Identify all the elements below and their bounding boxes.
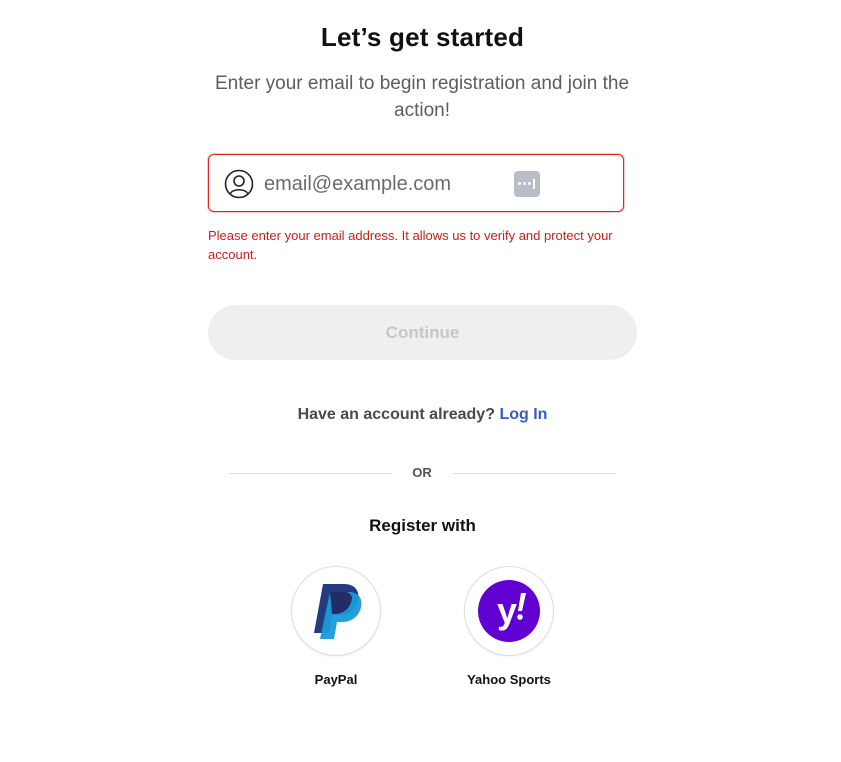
login-prompt-text: Have an account already?: [297, 406, 495, 423]
email-input[interactable]: [264, 165, 504, 203]
svg-text:y: y: [497, 590, 517, 631]
divider-line-left: [229, 473, 391, 474]
page-title: Let’s get started: [320, 22, 525, 52]
yahoo-logo-container: y: [464, 566, 554, 656]
page-subtitle: Enter your email to begin registration a…: [214, 73, 630, 121]
login-link[interactable]: Log In: [499, 406, 547, 423]
login-prompt: Have an account already? Log In: [0, 406, 841, 424]
email-error-message: Please enter your email address. It allo…: [208, 228, 613, 262]
yahoo-logo-icon: y: [478, 580, 540, 642]
paypal-logo-icon: [314, 584, 362, 639]
yahoo-sports-label: Yahoo Sports: [467, 672, 551, 687]
registration-page: Let’s get started Enter your email to be…: [0, 0, 841, 762]
paypal-label: PayPal: [314, 672, 358, 687]
yahoo-register-button[interactable]: y Yahoo Sports: [444, 566, 574, 687]
paypal-register-button[interactable]: PayPal: [271, 566, 401, 687]
paypal-logo-container: [291, 566, 381, 656]
social-register-heading: Register with: [369, 516, 476, 535]
continue-button[interactable]: Continue: [208, 305, 637, 360]
user-circle-icon: [224, 169, 254, 199]
password-manager-icon[interactable]: [514, 171, 540, 197]
email-field-container[interactable]: [208, 154, 624, 212]
divider-line-right: [453, 473, 615, 474]
divider-or-label: OR: [412, 465, 432, 480]
